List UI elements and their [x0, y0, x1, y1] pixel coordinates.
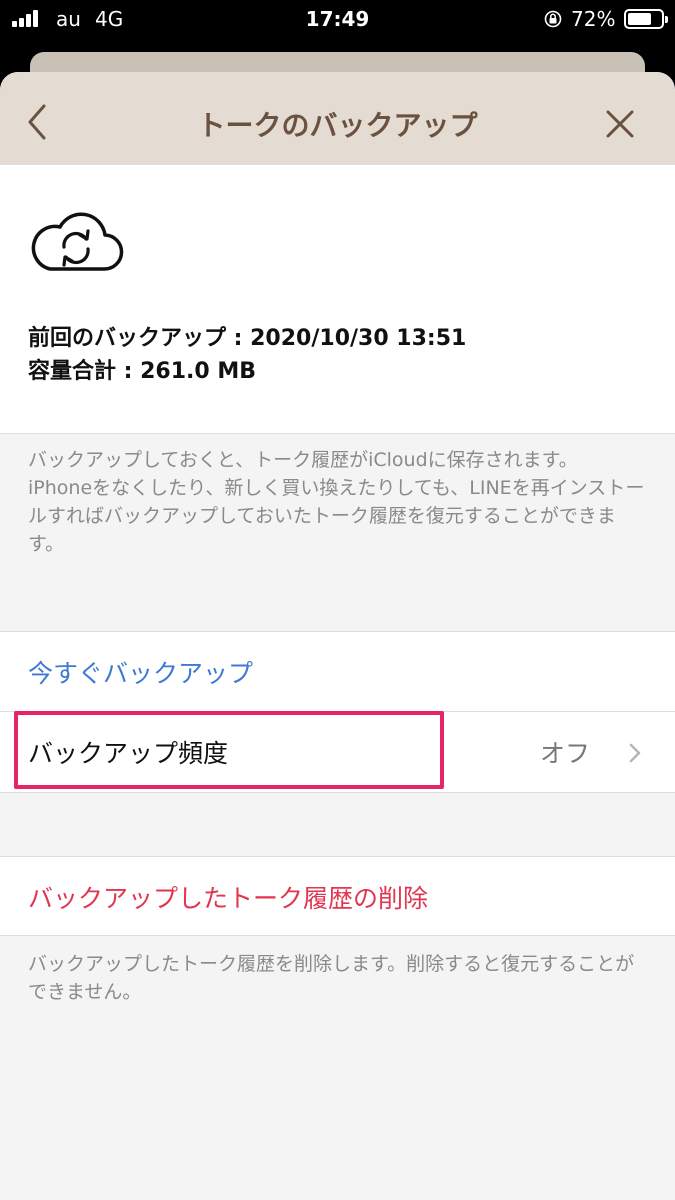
delete-backup-button[interactable]: バックアップしたトーク履歴の削除	[0, 856, 675, 936]
cloud-sync-icon	[31, 212, 124, 271]
battery-percent: 72%	[571, 7, 616, 31]
last-backup-text: 前回のバックアップ : 2020/10/30 13:51	[28, 326, 467, 351]
nav-bar: トークのバックアップ	[0, 72, 675, 172]
chevron-right-icon	[629, 743, 641, 763]
backup-now-button[interactable]: 今すぐバックアップ	[0, 632, 675, 712]
status-bar: au 4G 17:49 72%	[0, 0, 675, 40]
backup-now-label: 今すぐバックアップ	[28, 659, 254, 688]
delete-description: バックアップしたトーク履歴を削除します。削除すると復元することができません。	[28, 953, 635, 1003]
backup-info-card: 前回のバックアップ : 2020/10/30 13:51 容量合計 : 261.…	[0, 164, 675, 434]
highlight-annotation	[14, 711, 444, 789]
backup-frequency-value: オフ	[540, 739, 591, 768]
battery-icon	[624, 9, 668, 29]
capacity-text: 容量合計 : 261.0 MB	[28, 359, 257, 384]
delete-backup-label: バックアップしたトーク履歴の削除	[28, 884, 429, 913]
close-icon[interactable]	[598, 102, 642, 146]
page-title: トークのバックアップ	[197, 109, 478, 142]
backup-description: バックアップしておくと、トーク履歴がiCloudに保存されます。 iPhoneを…	[28, 449, 645, 555]
orientation-lock-icon	[544, 10, 562, 28]
